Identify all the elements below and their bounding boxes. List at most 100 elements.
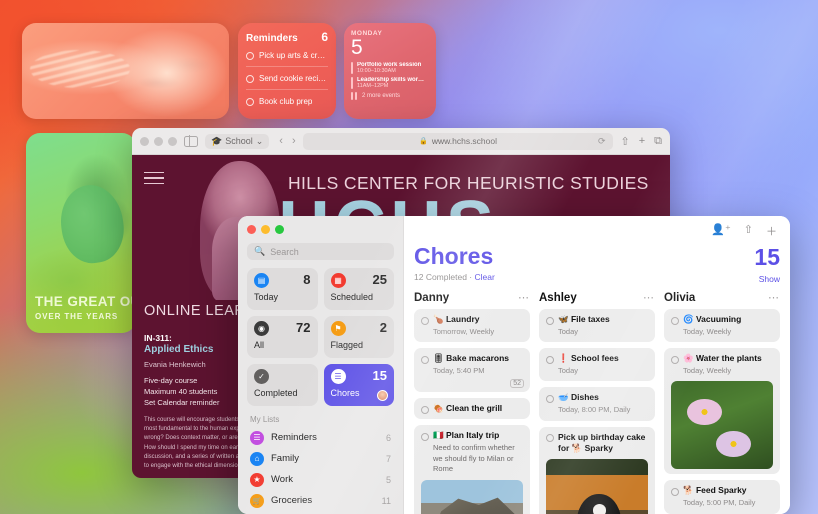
task-emoji-icon: 🐕	[683, 485, 694, 496]
add-person-icon[interactable]: 👤⁺	[711, 223, 731, 239]
close-button[interactable]	[140, 136, 149, 146]
task-checkbox[interactable]	[421, 432, 429, 441]
url-text: www.hchs.school	[431, 136, 498, 146]
task-emoji-icon: 🍖	[433, 403, 444, 414]
add-icon[interactable]: ＋	[766, 223, 777, 239]
smart-list-completed[interactable]: ✓ Completed	[247, 364, 318, 406]
great-outdoors-widget[interactable]: THE GREAT OUTDOORS OVER THE YEARS	[26, 133, 136, 333]
close-button[interactable]	[247, 225, 256, 234]
task-checkbox[interactable]	[421, 405, 429, 414]
search-input[interactable]: 🔍 Search	[247, 243, 394, 260]
list-item-family[interactable]: ⌂ Family 7	[247, 448, 394, 469]
forward-button[interactable]: ›	[292, 135, 296, 147]
task-attachment-image[interactable]	[421, 479, 523, 514]
column-more-icon[interactable]: ⋯	[643, 291, 655, 304]
sidebar-icon[interactable]	[184, 135, 198, 147]
task-checkbox[interactable]	[671, 316, 679, 325]
address-bar[interactable]: 🔒 www.hchs.school ⟳	[302, 132, 614, 150]
calendar-widget[interactable]: MONDAY 5 Portfolio work session 10:00–10…	[344, 23, 436, 119]
scheduled-count: 25	[372, 272, 387, 287]
share-icon[interactable]: ⇧	[744, 223, 753, 239]
zoom-button[interactable]	[168, 136, 177, 146]
task-subtitle: Tomorrow, Weekly	[433, 327, 495, 337]
task-checkbox[interactable]	[671, 487, 679, 496]
window-traffic-lights[interactable]	[140, 136, 177, 146]
task-checkbox[interactable]	[546, 355, 554, 364]
reminders-widget-item-label: Pick up arts & cr…	[259, 51, 326, 60]
checkbox-circle-icon[interactable]	[246, 97, 254, 106]
calendar-event[interactable]: Portfolio work session 10:00–10:30AM	[351, 62, 429, 74]
task-subtitle: Today, 5:40 PM	[433, 366, 485, 376]
task-card[interactable]: ❗ School fees Today	[539, 348, 655, 382]
task-card[interactable]: 🍖 Clean the grill	[414, 398, 530, 420]
task-card[interactable]: 🍗 Laundry Tomorrow, Weekly	[414, 309, 530, 343]
reminders-widget-item-label: Book club prep	[259, 97, 313, 106]
event-color-bar	[351, 62, 353, 74]
task-note: Need to confirm whether we should fly to…	[433, 443, 515, 474]
task-card[interactable]: 🌸 Water the plants Today, Weekly	[664, 348, 780, 475]
smart-list-tiles: ▤ 8 Today ▦ 25 Scheduled ◉ 72 All ⚑ 2 Fl…	[247, 268, 394, 406]
calendar-more-events[interactable]: 2 more events	[351, 92, 429, 100]
smart-list-flagged[interactable]: ⚑ 2 Flagged	[323, 316, 394, 358]
task-card[interactable]: 🇮🇹 Plan Italy trip Need to confirm wheth…	[414, 425, 530, 514]
task-checkbox[interactable]	[546, 434, 554, 443]
search-placeholder: Search	[270, 246, 299, 257]
calendar-today-icon: ▤	[254, 273, 269, 288]
task-checkbox[interactable]	[421, 316, 429, 325]
checkbox-circle-icon[interactable]	[246, 51, 254, 60]
show-button[interactable]: Show	[759, 274, 780, 284]
back-button[interactable]: ‹	[279, 135, 283, 147]
task-card[interactable]: 🐕 Feed Sparky Today, 5:00 PM, Daily	[664, 480, 780, 514]
column-title: Danny	[414, 291, 450, 304]
chores-total-count: 15	[754, 244, 780, 270]
task-card[interactable]: 🎚 Bake macarons Today, 5:40 PM 52	[414, 348, 530, 393]
column-olivia: Olivia ⋯ 🌀 Vacuuming Today, Weekly 🌸 Wat…	[664, 291, 780, 514]
new-tab-icon[interactable]: +	[639, 135, 645, 148]
reminders-widget-item[interactable]: Book club prep	[246, 90, 328, 112]
column-more-icon[interactable]: ⋯	[518, 291, 530, 304]
minimize-button[interactable]	[154, 136, 163, 146]
reminders-widget[interactable]: Reminders 6 Pick up arts & cr… Send cook…	[238, 23, 336, 119]
tabs-overview-icon[interactable]: ⧉	[654, 135, 662, 148]
smart-list-all[interactable]: ◉ 72 All	[247, 316, 318, 358]
task-subtitle: Today, Weekly	[683, 327, 732, 337]
clear-button[interactable]: Clear	[475, 272, 495, 282]
task-attachment-image[interactable]	[671, 381, 773, 470]
reminders-app-window[interactable]: 🔍 Search ▤ 8 Today ▦ 25 Scheduled ◉ 72 A…	[238, 216, 790, 514]
column-title: Ashley	[539, 291, 577, 304]
task-attachment-image[interactable]	[546, 458, 648, 514]
task-subtitle: Today	[558, 327, 579, 337]
list-item-reminders[interactable]: ☰ Reminders 6	[247, 427, 394, 448]
task-card[interactable]: 🥣 Dishes Today, 8:00 PM, Daily	[539, 387, 655, 421]
reminders-widget-item[interactable]: Pick up arts & cr…	[246, 44, 328, 67]
smart-list-scheduled[interactable]: ▦ 25 Scheduled	[323, 268, 394, 310]
list-item-groceries[interactable]: 🛒 Groceries 11	[247, 490, 394, 511]
minimize-button[interactable]	[261, 225, 270, 234]
zoom-button[interactable]	[275, 225, 284, 234]
task-checkbox[interactable]	[421, 355, 429, 364]
task-checkbox[interactable]	[546, 394, 554, 403]
task-subtitle: Today, 5:00 PM, Daily	[683, 498, 756, 508]
task-checkbox[interactable]	[671, 355, 679, 364]
window-traffic-lights[interactable]	[247, 225, 394, 234]
task-card[interactable]: 🦋 File taxes Today	[539, 309, 655, 343]
task-card[interactable]: 🌀 Vacuuming Today, Weekly	[664, 309, 780, 343]
dog-photo-widget[interactable]	[22, 23, 229, 119]
hamburger-menu-icon[interactable]	[144, 172, 164, 185]
list-label: Family	[271, 453, 299, 464]
checkbox-circle-icon[interactable]	[246, 74, 254, 83]
task-card[interactable]: Pick up birthday cake for 🐕 Sparky	[539, 426, 655, 514]
smart-list-chores[interactable]: ☰ 15 Chores	[323, 364, 394, 406]
event-time: 11AM–12PM	[357, 83, 389, 89]
list-item-work[interactable]: ★ Work 5	[247, 469, 394, 490]
task-checkbox[interactable]	[546, 316, 554, 325]
list-count: 11	[381, 495, 391, 506]
tab-group-button[interactable]: 🎓 School ⌄	[205, 133, 270, 149]
column-title: Olivia	[664, 291, 696, 304]
reload-icon[interactable]: ⟳	[598, 136, 606, 147]
share-icon[interactable]: ⇧	[620, 135, 629, 148]
calendar-event[interactable]: Leadership skills wor… 11AM–12PM	[351, 77, 429, 89]
reminders-widget-item[interactable]: Send cookie reci…	[246, 67, 328, 90]
smart-list-today[interactable]: ▤ 8 Today	[247, 268, 318, 310]
column-more-icon[interactable]: ⋯	[768, 291, 780, 304]
